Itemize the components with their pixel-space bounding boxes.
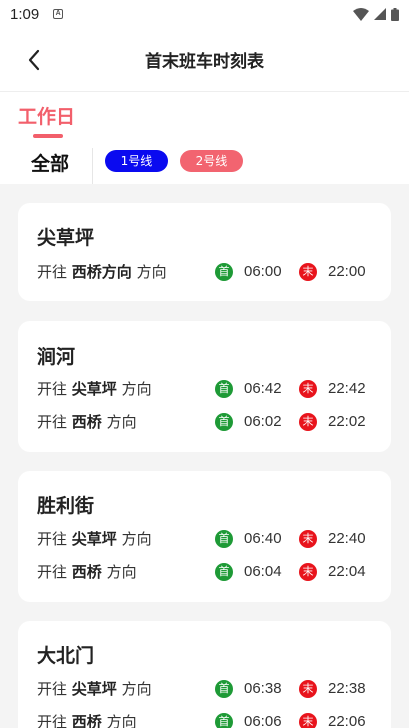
- signal-icon: [374, 8, 386, 20]
- first-train-badge: 首: [215, 413, 233, 431]
- first-train-badge: 首: [215, 530, 233, 548]
- wifi-icon: [353, 7, 369, 21]
- line-filter-bar: 全部 1号线 2号线: [0, 140, 409, 184]
- status-indicators: [353, 7, 399, 21]
- tab-active-indicator: [33, 134, 63, 138]
- first-train-badge: 首: [215, 263, 233, 281]
- tab-workday[interactable]: 工作日: [18, 102, 75, 129]
- last-train-time: 22:04: [328, 563, 366, 580]
- station-name: 胜利街: [37, 495, 95, 517]
- direction-row: 开往 西桥 方向 首 06:02 末 22:02: [37, 411, 372, 433]
- filter-divider: [92, 148, 93, 184]
- station-card: 胜利街 开往 尖草坪 方向 首 06:40 末 22:40 开往 西桥 方向 首…: [18, 471, 391, 602]
- first-train-time: 06:40: [244, 530, 282, 547]
- last-train-badge: 末: [299, 530, 317, 548]
- battery-icon: [391, 7, 399, 21]
- filter-all[interactable]: 全部: [31, 149, 69, 176]
- station-card: 涧河 开往 尖草坪 方向 首 06:42 末 22:42 开往 西桥 方向 首 …: [18, 321, 391, 452]
- first-train-time: 06:00: [244, 263, 282, 280]
- first-train-time: 06:38: [244, 680, 282, 697]
- direction-label: 开往 尖草坪 方向: [37, 680, 152, 698]
- station-card: 尖草坪 开往 西桥方向 方向 首 06:00 末 22:00: [18, 203, 391, 301]
- first-train-badge: 首: [215, 680, 233, 698]
- direction-row: 开往 西桥 方向 首 06:06 末 22:06: [37, 711, 372, 728]
- status-bar: 1:09 A: [0, 0, 409, 28]
- station-name: 大北门: [37, 645, 95, 667]
- last-train-badge: 末: [299, 413, 317, 431]
- direction-label: 开往 西桥 方向: [37, 713, 137, 728]
- app-notification-icon: A: [53, 9, 64, 19]
- direction-label: 开往 西桥 方向: [37, 413, 137, 431]
- line-2-filter[interactable]: 2号线: [180, 150, 243, 172]
- last-train-time: 22:40: [328, 530, 366, 547]
- direction-label: 开往 西桥 方向: [37, 563, 137, 581]
- direction-row: 开往 西桥 方向 首 06:04 末 22:04: [37, 561, 372, 583]
- first-train-badge: 首: [215, 380, 233, 398]
- app-header: 首末班车时刻表: [0, 28, 409, 92]
- last-train-time: 22:02: [328, 413, 366, 430]
- last-train-time: 22:42: [328, 380, 366, 397]
- last-train-badge: 末: [299, 263, 317, 281]
- first-train-time: 06:42: [244, 380, 282, 397]
- first-train-time: 06:02: [244, 413, 282, 430]
- direction-row: 开往 尖草坪 方向 首 06:38 末 22:38: [37, 678, 372, 700]
- line-1-filter[interactable]: 1号线: [105, 150, 168, 172]
- direction-row: 开往 尖草坪 方向 首 06:42 末 22:42: [37, 378, 372, 400]
- last-train-time: 22:00: [328, 263, 366, 280]
- direction-label: 开往 尖草坪 方向: [37, 380, 152, 398]
- first-train-badge: 首: [215, 563, 233, 581]
- last-train-time: 22:38: [328, 680, 366, 697]
- first-train-badge: 首: [215, 713, 233, 728]
- last-train-badge: 末: [299, 380, 317, 398]
- page-title: 首末班车时刻表: [145, 52, 264, 72]
- first-train-time: 06:04: [244, 563, 282, 580]
- first-train-time: 06:06: [244, 713, 282, 728]
- status-time: 1:09: [10, 5, 40, 23]
- last-train-time: 22:06: [328, 713, 366, 728]
- last-train-badge: 末: [299, 680, 317, 698]
- direction-row: 开往 西桥方向 方向 首 06:00 末 22:00: [37, 261, 372, 283]
- day-type-tabs: 工作日: [0, 92, 409, 140]
- direction-row: 开往 尖草坪 方向 首 06:40 末 22:40: [37, 528, 372, 550]
- station-name: 尖草坪: [37, 227, 95, 249]
- last-train-badge: 末: [299, 563, 317, 581]
- last-train-badge: 末: [299, 713, 317, 728]
- station-name: 涧河: [37, 346, 76, 368]
- station-card: 大北门 开往 尖草坪 方向 首 06:38 末 22:38 开往 西桥 方向 首…: [18, 621, 391, 728]
- direction-label: 开往 尖草坪 方向: [37, 530, 152, 548]
- direction-label: 开往 西桥方向 方向: [37, 263, 167, 281]
